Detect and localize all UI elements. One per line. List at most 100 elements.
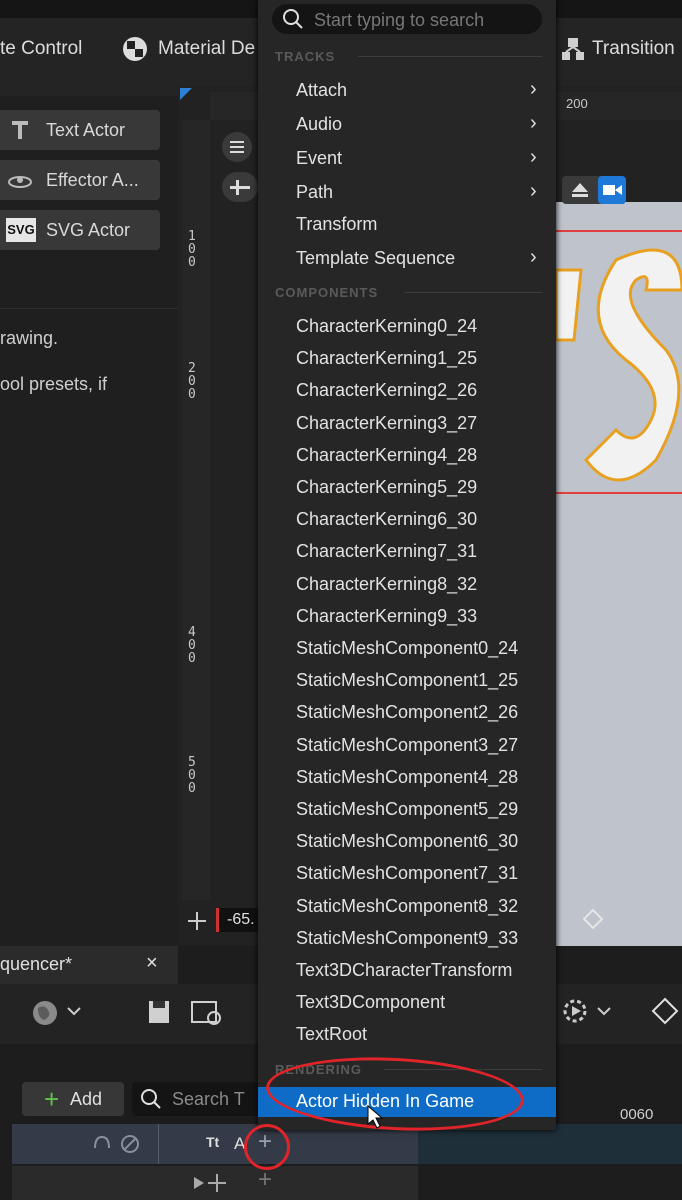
toolbar-item-material-designer[interactable]: Material De <box>158 38 255 60</box>
save-icon[interactable] <box>146 998 172 1026</box>
expand-arrow-icon[interactable] <box>192 1176 206 1190</box>
playback-chevron-icon[interactable] <box>596 1006 612 1018</box>
close-tab-icon[interactable]: × <box>146 952 158 975</box>
menu-item-track-transform[interactable]: Transform <box>258 210 556 240</box>
section-header-components: COMPONENTS <box>275 285 379 300</box>
menu-item-label: CharacterKerning2_26 <box>296 380 478 401</box>
menu-item-component[interactable]: CharacterKerning9_33 <box>258 602 556 632</box>
menu-item-component[interactable]: CharacterKerning6_30 <box>258 505 556 535</box>
menu-item-label: StaticMeshComponent2_26 <box>296 702 519 723</box>
menu-search-field[interactable] <box>272 4 542 34</box>
add-track-dropdown-menu: TRACKS Attach › Audio › Event › Path › Transform… <box>258 0 556 1130</box>
plus-icon: + <box>44 1084 60 1114</box>
menu-item-component[interactable]: Text3DComponent <box>258 988 556 1018</box>
menu-item-label: Template Sequence <box>296 248 456 268</box>
menu-item-label: Event <box>296 148 343 168</box>
menu-item-label: CharacterKerning5_29 <box>296 477 478 497</box>
menu-item-component[interactable]: StaticMeshComponent4_28 <box>258 763 556 793</box>
place-actors-panel: Text Actor Effector A... SVG SVG Actor r… <box>0 96 178 946</box>
help-text-line-2: ool presets, if <box>0 374 108 394</box>
menu-item-component[interactable]: StaticMeshComponent2_26 <box>258 698 556 728</box>
track-row[interactable]: + <box>12 1166 418 1200</box>
menu-item-component[interactable]: Text3DCharacterTransform <box>258 956 556 986</box>
mute-circle-icon[interactable] <box>120 1134 140 1154</box>
menu-item-track-audio[interactable]: Audio › <box>258 110 556 140</box>
hamburger-icon <box>230 141 244 153</box>
scene-render <box>556 202 682 982</box>
coord-x-field[interactable]: -65. <box>216 908 263 932</box>
search-icon <box>283 9 303 29</box>
camera-button[interactable] <box>598 176 626 204</box>
text-actor-label: Text Actor <box>46 120 126 140</box>
menu-item-component[interactable]: CharacterKerning7_31 <box>258 537 556 567</box>
track-divider <box>158 1124 159 1164</box>
eject-icon[interactable] <box>570 180 590 200</box>
text-track-icon: Tt <box>206 1134 220 1150</box>
search-icon <box>141 1089 161 1109</box>
add-property-plus-icon[interactable]: + <box>258 1166 272 1194</box>
ruler-left-label-500: 5 0 0 <box>188 755 196 796</box>
menu-item-component[interactable]: CharacterKerning2_26 <box>258 376 556 406</box>
sequencer-search-placeholder: Search T <box>172 1089 245 1109</box>
add-track-button[interactable]: + Add <box>22 1082 124 1116</box>
menu-item-component[interactable]: StaticMeshComponent7_31 <box>258 859 556 889</box>
menu-item-component[interactable]: CharacterKerning1_25 <box>258 344 556 374</box>
timeline-time-marker: 0060 <box>620 1106 654 1123</box>
menu-item-track-attach[interactable]: Attach › <box>258 76 556 106</box>
menu-search-input[interactable] <box>312 8 536 32</box>
airplane-icon <box>230 180 250 195</box>
menu-item-component[interactable]: StaticMeshComponent1_25 <box>258 666 556 696</box>
menu-item-track-event[interactable]: Event › <box>258 144 556 174</box>
browse-folder-icon[interactable] <box>190 996 226 1028</box>
chevron-down-icon[interactable] <box>66 1006 82 1018</box>
section-divider <box>358 56 542 57</box>
menu-item-component[interactable]: StaticMeshComponent9_33 <box>258 924 556 954</box>
menu-item-component[interactable]: CharacterKerning5_29 <box>258 473 556 503</box>
text-actor-button[interactable]: Text Actor <box>0 110 160 150</box>
menu-item-label: Attach <box>296 80 348 100</box>
menu-item-component[interactable]: StaticMeshComponent8_32 <box>258 892 556 922</box>
chevron-right-icon: › <box>530 180 537 202</box>
ruler-top-label: 200 <box>566 96 588 111</box>
svg-actor-button[interactable]: SVG SVG Actor <box>0 210 160 250</box>
move-icon[interactable] <box>186 910 208 932</box>
perspective-button[interactable] <box>222 172 258 202</box>
timeline-track-row[interactable] <box>418 1124 682 1164</box>
coord-x-value: -65. <box>227 911 255 928</box>
hamburger-menu-button[interactable] <box>222 132 252 162</box>
globe-icon[interactable] <box>30 998 60 1028</box>
chevron-right-icon: › <box>530 78 537 100</box>
menu-item-component[interactable]: StaticMeshComponent3_27 <box>258 731 556 761</box>
chevron-right-icon: › <box>530 112 537 134</box>
checker-icon[interactable] <box>122 36 148 62</box>
menu-item-component[interactable]: CharacterKerning0_24 <box>258 312 556 342</box>
headphones-icon[interactable] <box>92 1134 112 1154</box>
menu-item-track-path[interactable]: Path › <box>258 178 556 208</box>
track-row[interactable]: Tt A + <box>12 1124 418 1164</box>
menu-item-label: CharacterKerning6_30 <box>296 509 478 530</box>
sequencer-search-field[interactable]: Search T <box>132 1082 262 1116</box>
menu-item-label: StaticMeshComponent1_25 <box>296 670 519 691</box>
menu-item-component[interactable]: CharacterKerning4_28 <box>258 441 556 471</box>
transform-move-icon <box>208 1174 226 1192</box>
toolbar-item-transition[interactable]: Transition <box>592 38 675 60</box>
menu-item-label: CharacterKerning0_24 <box>296 316 478 336</box>
menu-item-label: Audio <box>296 114 343 134</box>
keyframe-diamond-icon[interactable] <box>582 908 604 930</box>
menu-item-track-template-sequence[interactable]: Template Sequence › <box>258 244 556 274</box>
menu-item-component[interactable]: StaticMeshComponent5_29 <box>258 795 556 825</box>
chevron-right-icon: › <box>530 146 537 168</box>
menu-item-component[interactable]: StaticMeshComponent6_30 <box>258 827 556 857</box>
effector-actor-button[interactable]: Effector A... <box>0 160 160 200</box>
sequencer-tab[interactable]: quencer* × <box>0 946 178 984</box>
transition-icon[interactable] <box>560 36 586 62</box>
menu-item-component[interactable]: TextRoot <box>258 1020 556 1050</box>
menu-item-component[interactable]: StaticMeshComponent0_24 <box>258 634 556 664</box>
toolbar-item-remote-control[interactable]: te Control <box>0 38 82 60</box>
menu-item-label: StaticMeshComponent5_29 <box>296 799 519 819</box>
menu-item-component[interactable]: CharacterKerning8_32 <box>258 570 556 600</box>
keyframe-toolbar-icon[interactable] <box>650 996 680 1026</box>
text3d-letter-shape <box>556 248 682 482</box>
menu-item-component[interactable]: CharacterKerning3_27 <box>258 409 556 439</box>
playback-options-icon[interactable] <box>560 996 590 1026</box>
